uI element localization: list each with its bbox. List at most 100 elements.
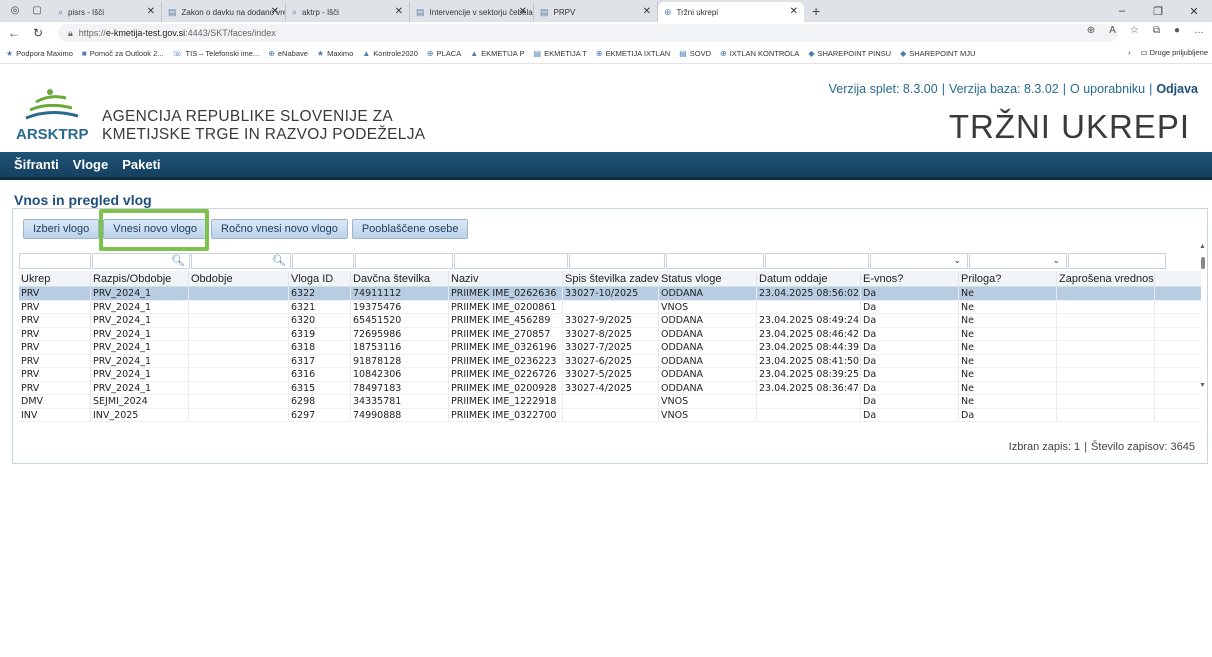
scroll-thumb[interactable]: [1201, 257, 1205, 269]
column-header[interactable]: Naziv: [449, 271, 563, 286]
table-row[interactable]: PRV PRV_2024_1 6319 72695986 PRIIMEK IME_270…: [19, 327, 1201, 341]
scroll-up-icon[interactable]: ▲: [1199, 243, 1206, 250]
column-header[interactable]: Datum oddaje: [757, 271, 861, 286]
tab-actions-icon[interactable]: ▢: [30, 5, 44, 17]
new-tab-icon[interactable]: +: [812, 3, 820, 19]
profile-icon[interactable]: ●: [1174, 25, 1180, 36]
more-icon[interactable]: …: [1194, 25, 1204, 36]
browser-tab[interactable]: ⌕ aktrp - Išči ✕: [286, 2, 410, 22]
search-icon[interactable]: 🔍︎: [171, 254, 185, 267]
table-scrollbar[interactable]: ▲ ▼: [1199, 243, 1207, 389]
favorite-link[interactable]: ★ Podpora Maximo: [6, 49, 73, 58]
browser-menu-icon[interactable]: ◎: [8, 5, 22, 17]
column-header[interactable]: Ukrep: [19, 271, 91, 286]
table-cell: [563, 300, 659, 313]
close-window-icon[interactable]: ✕: [1176, 5, 1212, 18]
close-icon[interactable]: ✕: [271, 6, 279, 17]
menu-vloge[interactable]: Vloge: [73, 157, 108, 172]
table-cell: 23.04.2025 08:36:47: [759, 381, 861, 394]
close-icon[interactable]: ✕: [790, 6, 798, 17]
favorite-link[interactable]: ▲ Kontrole2020: [362, 49, 418, 58]
menu-paketi[interactable]: Paketi: [122, 157, 160, 172]
close-icon[interactable]: ✕: [147, 6, 155, 17]
filter-input[interactable]: 🔍︎: [191, 253, 291, 269]
favorite-link[interactable]: ⊕ PLACA: [427, 49, 461, 58]
favorite-link[interactable]: ☏ TIS – Telefonski ime...: [173, 49, 260, 58]
chevron-right-icon[interactable]: ›: [1128, 48, 1131, 57]
url-field[interactable]: 🔒︎ https://e-kmetija-test.gov.si:4443/SK…: [58, 24, 1118, 42]
column-header[interactable]: Spis številka zadeve: [563, 271, 659, 286]
minimize-icon[interactable]: –: [1104, 5, 1140, 17]
table-header: Ukrep Razpis/Obdobje Obdobje Vloga ID Da…: [19, 271, 1201, 287]
zoom-icon[interactable]: ⊕: [1087, 25, 1095, 36]
table-row[interactable]: PRV PRV_2024_1 6316 10842306 PRIIMEK IME_022…: [19, 368, 1201, 382]
filter-input[interactable]: [355, 253, 453, 269]
filter-input[interactable]: [292, 253, 354, 269]
table-cell: 23.04.2025 08:46:42: [759, 327, 861, 340]
favorite-link[interactable]: ▤ SOVD: [679, 49, 711, 58]
new-application-button[interactable]: Vnesi novo vlogo: [103, 219, 208, 239]
table-cell: 6317: [289, 354, 351, 367]
table-cell: PRIIMEK IME_0236223: [449, 354, 563, 367]
close-icon[interactable]: ✕: [395, 6, 403, 17]
filter-input[interactable]: 🔍︎: [92, 253, 190, 269]
close-icon[interactable]: ✕: [643, 6, 651, 17]
collections-icon[interactable]: ⧉: [1153, 25, 1160, 36]
browser-tab[interactable]: ▤ Zakon o davku na dodano vredno ✕: [162, 2, 286, 22]
search-icon[interactable]: 🔍︎: [272, 254, 286, 267]
back-icon[interactable]: ←: [4, 26, 24, 40]
column-header[interactable]: Status vloge: [659, 271, 757, 286]
column-header[interactable]: Priloga?: [959, 271, 1057, 286]
table-cell: PRIIMEK IME_0322700: [449, 408, 563, 421]
column-header[interactable]: Zaprošena vrednost: [1057, 271, 1155, 286]
filter-input[interactable]: [1068, 253, 1166, 269]
filter-input[interactable]: [765, 253, 869, 269]
filter-select[interactable]: ⌄: [969, 253, 1067, 269]
favorite-link[interactable]: ★ Maximo: [317, 49, 353, 58]
table-row[interactable]: PRV PRV_2024_1 6318 18753116 PRIIMEK IME_032…: [19, 341, 1201, 355]
favorite-link[interactable]: ◆ SHAREPOINT MJU: [900, 49, 975, 58]
other-favorites[interactable]: ▭ Druge priljubljene: [1140, 48, 1208, 57]
table-row[interactable]: PRV PRV_2024_1 6315 78497183 PRIIMEK IME_020…: [19, 381, 1201, 395]
favorite-link[interactable]: ⊕ EKMETIJA IXTLAN: [596, 49, 670, 58]
scroll-down-icon[interactable]: ▼: [1199, 382, 1206, 389]
favorite-link[interactable]: ■ Pomoč za Outlook 2...: [82, 49, 164, 58]
favorite-link[interactable]: ◆ SHAREPOINT PINSU: [808, 49, 891, 58]
refresh-icon[interactable]: ↻: [28, 26, 48, 40]
column-header[interactable]: Razpis/Obdobje: [91, 271, 189, 286]
table-row[interactable]: PRV PRV_2024_1 6320 65451520 PRIIMEK IME_456…: [19, 314, 1201, 328]
table-row[interactable]: DMV SEJMI_2024 6298 34335781 PRIIMEK IME_122…: [19, 395, 1201, 409]
restore-icon[interactable]: ❐: [1140, 5, 1176, 18]
filter-input[interactable]: [569, 253, 665, 269]
column-header[interactable]: Vloga ID: [289, 271, 351, 286]
favorite-link[interactable]: ⊕ IXTLAN KONTROLA: [720, 49, 799, 58]
browser-tab-active[interactable]: ⊕ Tržni ukrepi ✕: [658, 2, 804, 22]
favorite-link[interactable]: ⊕ eNabave: [268, 49, 308, 58]
filter-input[interactable]: [19, 253, 91, 269]
logout-link[interactable]: Odjava: [1156, 82, 1198, 96]
favorite-link[interactable]: ▲ EKMETIJA P: [470, 49, 524, 58]
about-user-link[interactable]: O uporabniku: [1070, 82, 1145, 96]
browser-tab[interactable]: ▤ PRPV ✕: [534, 2, 658, 22]
table-row[interactable]: INV INV_2025 6297 74990888 PRIIMEK IME_03227…: [19, 408, 1201, 422]
browser-tab[interactable]: ▤ Intervencije v sektorju čebelarski ✕: [410, 2, 534, 22]
filter-input[interactable]: [454, 253, 568, 269]
select-application-button[interactable]: Izberi vlogo: [23, 219, 100, 239]
authorized-persons-button[interactable]: Pooblaščene osebe: [351, 219, 469, 239]
close-icon[interactable]: ✕: [519, 6, 527, 17]
menu-sifranti[interactable]: Šifranti: [14, 157, 59, 172]
table-row[interactable]: PRV PRV_2024_1 6321 19375476 PRIIMEK IME_020…: [19, 300, 1201, 314]
filter-select[interactable]: ⌄: [870, 253, 968, 269]
column-header[interactable]: E-vnos?: [861, 271, 959, 286]
column-header[interactable]: Davčna številka: [351, 271, 449, 286]
browser-tab[interactable]: ⌕ pisrs - Išči ✕: [52, 2, 162, 22]
table-row[interactable]: PRV PRV_2024_1 6322 74911112 PRIIMEK IME_026…: [19, 287, 1201, 301]
column-header[interactable]: Obdobje: [189, 271, 289, 286]
table-row[interactable]: PRV PRV_2024_1 6317 91878128 PRIIMEK IME_023…: [19, 354, 1201, 368]
manual-new-application-button[interactable]: Ročno vnesi novo vlogo: [211, 219, 348, 239]
favorite-star-icon[interactable]: ☆: [1130, 25, 1139, 36]
filter-input[interactable]: [666, 253, 764, 269]
table-cell: 10842306: [351, 368, 449, 381]
read-aloud-icon[interactable]: A: [1109, 25, 1116, 36]
favorite-link[interactable]: ▤ EKMETIJA T: [534, 49, 587, 58]
